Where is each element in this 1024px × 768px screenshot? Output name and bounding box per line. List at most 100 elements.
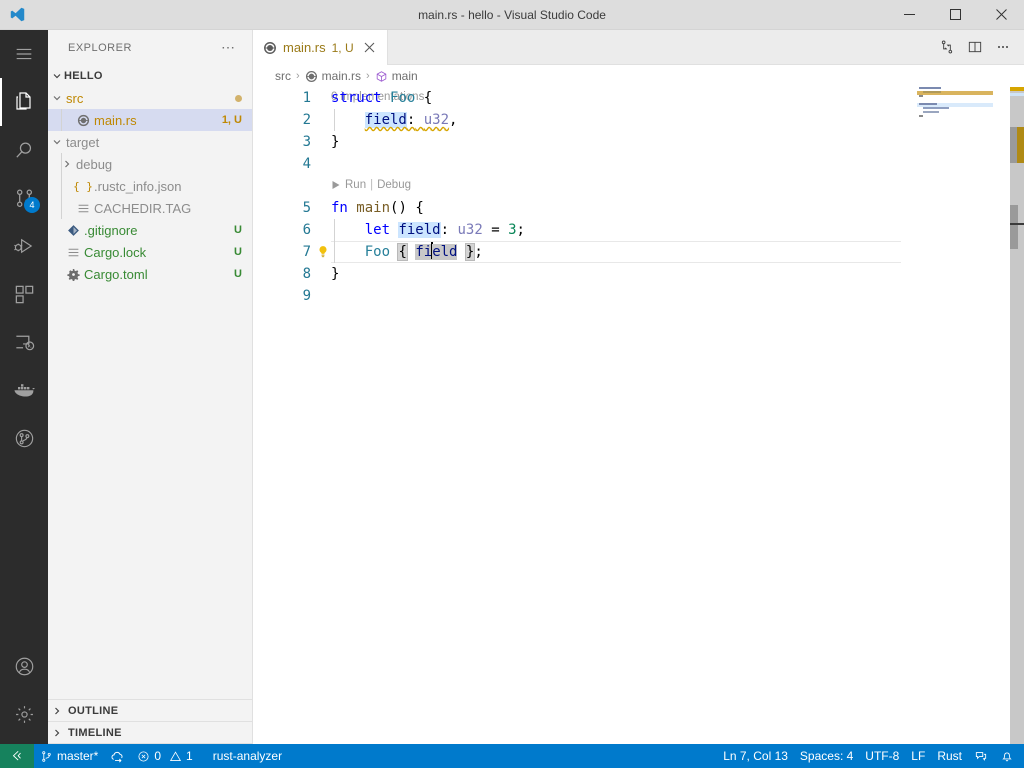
chevron-down-icon[interactable]: [52, 93, 64, 103]
symbol-function-icon: [375, 70, 388, 83]
tree-item-label: CACHEDIR.TAG: [94, 200, 192, 216]
workspace-root-row[interactable]: HELLO: [48, 65, 252, 87]
ruler-cursor-mark: [1010, 223, 1024, 225]
vscode-window: main.rs - hello - Visual Studio Code 4 E…: [0, 0, 1024, 768]
tree-item-decoration: U: [234, 268, 242, 280]
status-language-mode-label: Rust: [937, 749, 962, 763]
sidebar-item-run-and-debug[interactable]: [0, 222, 48, 270]
close-icon[interactable]: [978, 0, 1024, 30]
minimap-line: [923, 91, 941, 93]
breadcrumb-label: main: [391, 69, 418, 83]
rust-icon: [305, 70, 318, 83]
sidebar-item-search[interactable]: [0, 126, 48, 174]
status-language-server[interactable]: rust-analyzer: [207, 744, 288, 768]
sidebar-section-timeline[interactable]: TIMELINE: [48, 722, 252, 744]
overview-ruler[interactable]: [1010, 87, 1024, 744]
files-icon: [12, 90, 36, 114]
breadcrumb-item-src[interactable]: src: [275, 69, 291, 83]
workspace-root-label: HELLO: [64, 70, 103, 82]
line-number: 5: [302, 200, 311, 216]
manage-settings-button[interactable]: [0, 690, 48, 738]
breadcrumb-item-main-rs[interactable]: main.rs: [305, 69, 361, 83]
indent-guide: [61, 153, 62, 175]
tree-file-row[interactable]: Cargo.toml U: [48, 263, 252, 285]
breadcrumb-separator: ›: [366, 70, 370, 82]
status-cursor-position-label: Ln 7, Col 13: [723, 749, 788, 763]
chevron-down-icon: [52, 71, 64, 81]
status-cursor-position[interactable]: Ln 7, Col 13: [717, 744, 794, 768]
tree-file-row[interactable]: main.rs 1, U: [48, 109, 252, 131]
text-file-icon: [74, 202, 92, 215]
minimize-icon[interactable]: [886, 0, 932, 30]
minimap-line: [923, 107, 949, 109]
tree-item-label: Cargo.lock: [84, 244, 147, 260]
tab-main-rs[interactable]: main.rs 1, U: [253, 30, 388, 65]
split-editor-icon[interactable]: [962, 33, 988, 61]
window-controls: [886, 0, 1024, 30]
chevron-down-icon[interactable]: [52, 137, 64, 147]
status-sync[interactable]: [104, 744, 131, 768]
status-encoding-label: UTF-8: [865, 749, 900, 763]
file-tree: src main.rs 1, U target debug { } .rustc_info.…: [48, 87, 252, 699]
sidebar-item-docker[interactable]: [0, 366, 48, 414]
sidebar-section-label: TIMELINE: [68, 726, 122, 739]
tree-item-label: debug: [76, 156, 113, 172]
minimap[interactable]: [917, 87, 1010, 744]
play-triangle-icon[interactable]: [331, 180, 341, 190]
tree-folder-row[interactable]: src: [48, 87, 252, 109]
status-error-count: 0: [154, 749, 162, 763]
ellipsis-icon[interactable]: ⋯: [221, 39, 244, 56]
hamburger-menu-icon[interactable]: [0, 30, 48, 78]
rust-icon: [263, 41, 277, 55]
tree-folder-row[interactable]: debug: [48, 153, 252, 175]
breadcrumb-label: main.rs: [321, 69, 362, 83]
sidebar-item-git-graph[interactable]: [0, 414, 48, 462]
tree-item-label: target: [66, 134, 100, 150]
diff-editor-icon[interactable]: [934, 33, 960, 61]
sidebar-item-extensions[interactable]: [0, 270, 48, 318]
sidebar-item-explorer[interactable]: [0, 78, 48, 126]
ruler-selection-mark: [1010, 205, 1018, 249]
lightbulb-icon[interactable]: [313, 241, 333, 263]
tree-file-row[interactable]: CACHEDIR.TAG: [48, 197, 252, 219]
minimap-line: [923, 111, 939, 113]
explorer-title: EXPLORER: [68, 41, 132, 54]
status-encoding[interactable]: UTF-8: [859, 744, 905, 768]
search-icon: [13, 139, 36, 162]
notifications-button[interactable]: [994, 744, 1024, 768]
json-icon: { }: [73, 179, 93, 193]
code-editor[interactable]: 0 implementations Run | Debug 123456789: [253, 87, 1024, 744]
codelens-run-label[interactable]: Run: [345, 179, 366, 191]
maximize-icon[interactable]: [932, 0, 978, 30]
gear-file-icon: [64, 268, 82, 281]
codelens-separator: |: [370, 179, 374, 191]
status-bar: master* 0 1 rust-analyzer Ln 7, Col 13 S…: [0, 744, 1024, 768]
remote-window-icon[interactable]: [0, 744, 34, 768]
sidebar-item-source-control[interactable]: 4: [0, 174, 48, 222]
tab-bar: main.rs 1, U: [253, 30, 1024, 65]
accounts-button[interactable]: [0, 642, 48, 690]
line-number: 8: [302, 266, 311, 282]
status-indentation-label: Spaces: 4: [799, 749, 854, 763]
codelens-debug-label[interactable]: Debug: [377, 179, 411, 191]
tree-file-row[interactable]: Cargo.lock U: [48, 241, 252, 263]
tree-file-row[interactable]: .gitignore U: [48, 219, 252, 241]
line-number: 9: [302, 288, 311, 304]
status-problems[interactable]: 0 1: [131, 744, 198, 768]
tree-folder-row[interactable]: target: [48, 131, 252, 153]
status-eol[interactable]: LF: [905, 744, 931, 768]
chevron-right-icon[interactable]: [62, 159, 74, 169]
status-indentation[interactable]: Spaces: 4: [794, 744, 859, 768]
line-number: 7: [302, 244, 311, 260]
breadcrumb-item-main-symbol[interactable]: main: [375, 69, 418, 83]
tree-file-row[interactable]: { } .rustc_info.json: [48, 175, 252, 197]
status-branch[interactable]: master*: [34, 744, 104, 768]
status-language-mode[interactable]: Rust: [931, 744, 968, 768]
codelens-run-debug[interactable]: Run | Debug: [331, 174, 411, 196]
ellipsis-icon[interactable]: [990, 33, 1016, 61]
tree-item-label: src: [66, 90, 84, 106]
close-icon[interactable]: [362, 42, 377, 53]
live-share-button[interactable]: [968, 744, 994, 768]
sidebar-section-outline[interactable]: OUTLINE: [48, 700, 252, 722]
sidebar-item-remote-explorer[interactable]: [0, 318, 48, 366]
